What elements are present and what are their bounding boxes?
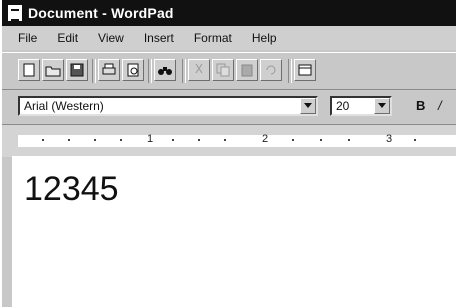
ruler-tick [172, 139, 174, 141]
wordpad-window: Document - WordPad File Edit View Insert… [0, 0, 456, 307]
open-button[interactable] [42, 59, 64, 81]
date-time-icon [298, 64, 312, 76]
ruler-tick [94, 139, 96, 141]
ruler-tick [68, 139, 70, 141]
file-buttons [18, 59, 88, 85]
toolbar-separator [288, 59, 292, 83]
size-dropdown-button[interactable] [374, 98, 390, 114]
cut-button[interactable] [188, 59, 210, 81]
copy-icon [216, 63, 230, 77]
font-dropdown-button[interactable] [300, 98, 316, 114]
print-icon [102, 63, 116, 75]
ruler-tick [42, 139, 44, 141]
font-select[interactable]: Arial (Western) [18, 96, 318, 116]
title-bar: Document - WordPad [2, 0, 456, 26]
standard-toolbar [2, 52, 456, 90]
font-size-value: 20 [336, 99, 350, 113]
ruler-label: 2 [262, 133, 269, 145]
print-preview-icon [127, 63, 139, 77]
new-button[interactable] [18, 59, 40, 81]
ruler-tick [348, 139, 350, 141]
ruler-label: 3 [386, 133, 393, 145]
format-bar: Arial (Western) 20 B / [2, 90, 456, 122]
ruler-tick [292, 139, 294, 141]
paste-button[interactable] [236, 59, 258, 81]
chevron-down-icon [378, 103, 386, 108]
menu-insert[interactable]: Insert [144, 31, 174, 45]
ruler-tick [120, 139, 122, 141]
insert-buttons [294, 59, 316, 85]
save-button[interactable] [66, 59, 88, 81]
menu-bar: File Edit View Insert Format Help [2, 26, 456, 50]
font-size-select[interactable]: 20 [330, 96, 392, 116]
open-folder-icon [45, 66, 61, 77]
document-area[interactable]: 12345 [12, 156, 456, 307]
print-buttons [98, 59, 144, 85]
menu-help[interactable]: Help [252, 31, 277, 45]
undo-button[interactable] [260, 59, 282, 81]
ruler: 1 2 3 [2, 124, 456, 157]
ruler-tick [224, 139, 226, 141]
menu-edit[interactable]: Edit [57, 31, 78, 45]
print-preview-button[interactable] [122, 59, 144, 81]
find-buttons [154, 59, 176, 85]
ruler-label: 1 [147, 133, 154, 145]
ruler-tick [198, 139, 200, 141]
italic-button[interactable]: / [438, 96, 442, 116]
chevron-down-icon [304, 103, 312, 108]
find-button[interactable] [154, 59, 176, 81]
undo-icon [266, 65, 276, 75]
wordpad-app-icon [8, 5, 22, 21]
ruler-tick [320, 139, 322, 141]
document-text[interactable]: 12345 [24, 170, 119, 209]
new-document-icon [23, 63, 35, 77]
menu-format[interactable]: Format [194, 31, 232, 45]
copy-button[interactable] [212, 59, 234, 81]
date-time-button[interactable] [294, 59, 316, 81]
save-icon [70, 63, 84, 77]
bold-button[interactable]: B [416, 96, 425, 116]
binoculars-icon [158, 67, 172, 75]
window-title: Document - WordPad [28, 5, 174, 21]
toolbar-separator [182, 59, 186, 83]
print-button[interactable] [98, 59, 120, 81]
cut-icon [195, 63, 203, 74]
toolbar-separator [92, 59, 96, 83]
menu-file[interactable]: File [18, 31, 37, 45]
ruler-tick [414, 139, 416, 141]
menu-view[interactable]: View [98, 31, 124, 45]
toolbar-separator [148, 59, 152, 83]
font-select-value: Arial (Western) [24, 99, 104, 113]
clipboard-buttons [188, 59, 282, 85]
paste-icon [241, 64, 253, 77]
